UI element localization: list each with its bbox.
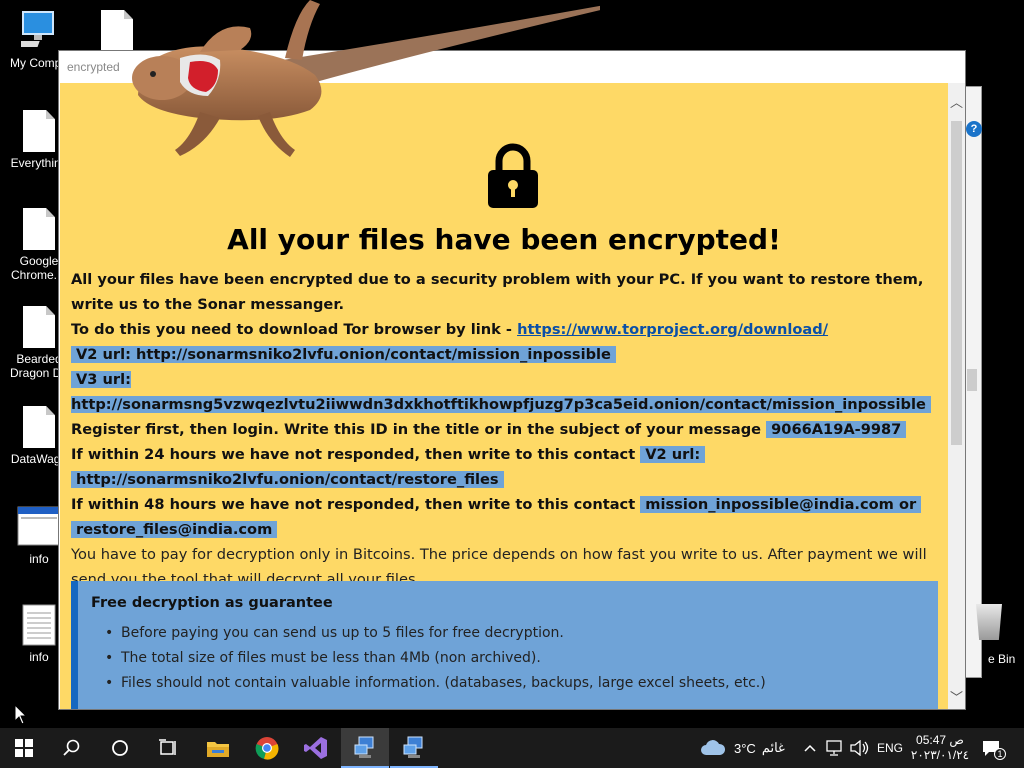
cortana-icon xyxy=(112,740,128,756)
contact-48h-email: mission_inpossible@india.com or xyxy=(640,496,922,513)
help-icon[interactable]: ? xyxy=(966,121,982,137)
vertical-scrollbar[interactable]: ︿ ﹀ xyxy=(948,83,965,709)
network-status[interactable] xyxy=(826,728,844,768)
volume-control[interactable] xyxy=(850,728,870,768)
clock[interactable]: 05:47 ص ٢٠٢٣/٠١/٢٤ xyxy=(910,728,970,768)
file-icon xyxy=(23,306,55,348)
contact-48h-email-2: restore_files@india.com xyxy=(71,521,278,538)
search-button[interactable] xyxy=(48,728,96,768)
windows-logo-icon xyxy=(15,739,33,757)
v3-url: V3 url: http://sonarmsng5vzwqezlvtu2iiww… xyxy=(71,371,931,413)
contact-48h: If within 48 hours we have not responded… xyxy=(71,492,941,517)
taskbar-app-active[interactable] xyxy=(341,728,389,768)
guarantee-list: Before paying you can send us up to 5 fi… xyxy=(91,621,938,696)
search-icon xyxy=(63,739,80,756)
file-explorer-button[interactable] xyxy=(194,728,242,768)
scroll-down-icon[interactable]: ﹀ xyxy=(948,690,965,707)
list-item: Before paying you can send us up to 5 fi… xyxy=(91,621,938,646)
file-icon xyxy=(23,406,55,448)
weather-widget[interactable]: 3°C غائم xyxy=(700,728,785,768)
v2-url: V2 url: http://sonarmsniko2lvfu.onion/co… xyxy=(71,346,616,363)
clock-date: ٢٠٢٣/٠١/٢٤ xyxy=(910,748,970,762)
action-center-button[interactable]: 1 xyxy=(982,728,1012,768)
note-body: All your files have been encrypted due t… xyxy=(71,267,941,592)
notification-count: 1 xyxy=(994,748,1006,760)
clock-time: 05:47 ص xyxy=(916,733,964,747)
taskbar: 3°C غائم ENG 05:47 ص ٢٠٢٣/٠١/٢٤ 1 xyxy=(0,728,1024,768)
taskbar-app-running[interactable] xyxy=(390,728,438,768)
folder-icon xyxy=(207,742,229,757)
tor-instruction: To do this you need to download Tor brow… xyxy=(71,321,518,338)
contact-48h-text: If within 48 hours we have not responded… xyxy=(71,496,636,513)
contact-24h-text: If within 24 hours we have not responded… xyxy=(71,446,636,463)
note-content: All your files have been encrypted! All … xyxy=(60,83,948,709)
desktop: My Compu Everything Google Chrome.In Bea… xyxy=(0,0,1024,728)
weather-temperature: 3°C xyxy=(734,740,756,756)
file-icon xyxy=(23,110,55,152)
cortana-button[interactable] xyxy=(96,728,144,768)
page-title: All your files have been encrypted! xyxy=(227,223,781,256)
ransom-note-window[interactable]: encrypted All your files have been encry… xyxy=(58,50,966,710)
window-titlebar[interactable]: encrypted xyxy=(59,51,965,83)
show-hidden-icons[interactable] xyxy=(804,728,816,768)
input-language[interactable]: ENG xyxy=(877,728,903,768)
background-window-scrollbar[interactable] xyxy=(967,369,977,391)
window-title: encrypted xyxy=(67,60,120,74)
network-icon xyxy=(826,740,842,756)
list-item: Files should not contain valuable inform… xyxy=(91,671,938,696)
contact-24h-url: http://sonarmsniko2lvfu.onion/contact/re… xyxy=(71,471,504,488)
task-view-button[interactable] xyxy=(144,728,192,768)
tor-download-link[interactable]: https://www.torproject.org/download/ xyxy=(517,321,828,338)
weather-description: غائم xyxy=(761,740,785,755)
text-file-icon xyxy=(22,604,56,646)
recycle-bin-icon xyxy=(976,604,1002,640)
scrollbar-thumb[interactable] xyxy=(951,121,962,445)
task-view-icon xyxy=(159,739,176,755)
network-app-icon xyxy=(403,736,423,758)
visual-studio-button[interactable] xyxy=(292,728,340,768)
chrome-button[interactable] xyxy=(243,728,291,768)
file-icon xyxy=(101,10,133,52)
tor-paragraph: To do this you need to download Tor brow… xyxy=(71,317,941,342)
window-icon xyxy=(17,506,61,546)
contact-24h: If within 24 hours we have not responded… xyxy=(71,442,941,467)
network-app-icon xyxy=(354,736,374,758)
contact-24h-label: V2 url: xyxy=(640,446,706,463)
register-line: Register first, then login. Write this I… xyxy=(71,417,941,442)
speaker-icon xyxy=(850,740,869,756)
free-decryption-box: Free decryption as guarantee Before payi… xyxy=(71,581,938,709)
guarantee-title: Free decryption as guarantee xyxy=(91,595,333,611)
start-button[interactable] xyxy=(0,728,48,768)
desktop-icon-label: e Bin xyxy=(988,652,1016,666)
intro-paragraph: All your files have been encrypted due t… xyxy=(71,271,924,313)
chevron-up-icon xyxy=(804,744,816,752)
visual-studio-icon xyxy=(304,737,327,759)
file-icon xyxy=(23,208,55,250)
computer-icon xyxy=(21,11,54,47)
cloud-icon xyxy=(701,740,726,755)
scroll-up-icon[interactable]: ︿ xyxy=(948,95,965,112)
victim-id: 9066A19A-9987 xyxy=(766,421,907,438)
list-item: The total size of files must be less tha… xyxy=(91,646,938,671)
padlock-icon xyxy=(488,143,538,208)
register-text: Register first, then login. Write this I… xyxy=(71,421,762,438)
chrome-icon xyxy=(255,737,279,760)
